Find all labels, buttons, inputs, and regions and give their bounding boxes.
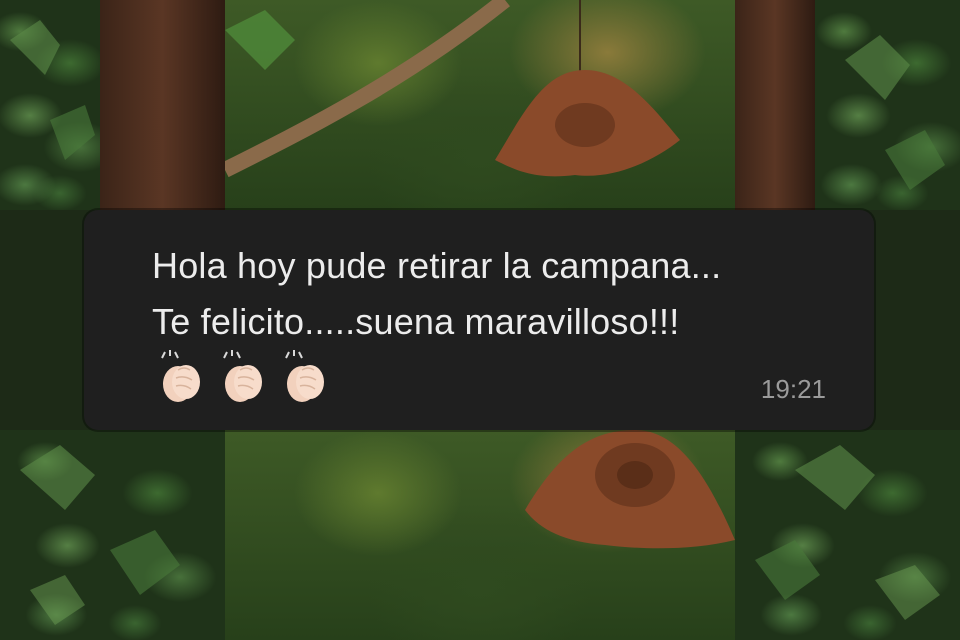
bell-photo-top <box>225 0 735 210</box>
clapping-hands-icon <box>218 350 268 404</box>
emoji-row <box>156 350 330 404</box>
bell-wood-bar-right <box>735 0 815 210</box>
ivy-photo-left-top <box>0 0 100 210</box>
clapping-hands-icon <box>280 350 330 404</box>
message-text: Hola hoy pude retirar la campana... Te f… <box>152 238 852 350</box>
ivy-photo-right-bottom <box>735 430 960 640</box>
clapping-hands-icon <box>156 350 206 404</box>
message-timestamp: 19:21 <box>760 374 826 404</box>
chat-message-bubble[interactable]: Hola hoy pude retirar la campana... Te f… <box>84 210 874 430</box>
bell-wood-bar-left <box>100 0 225 210</box>
ivy-photo-left-bottom <box>0 430 225 640</box>
message-line-1: Hola hoy pude retirar la campana... <box>152 245 722 286</box>
ivy-photo-right-top <box>815 0 960 210</box>
bell-photo-bottom <box>225 430 735 640</box>
message-line-2: Te felicito.....suena maravilloso!!! <box>152 301 680 342</box>
